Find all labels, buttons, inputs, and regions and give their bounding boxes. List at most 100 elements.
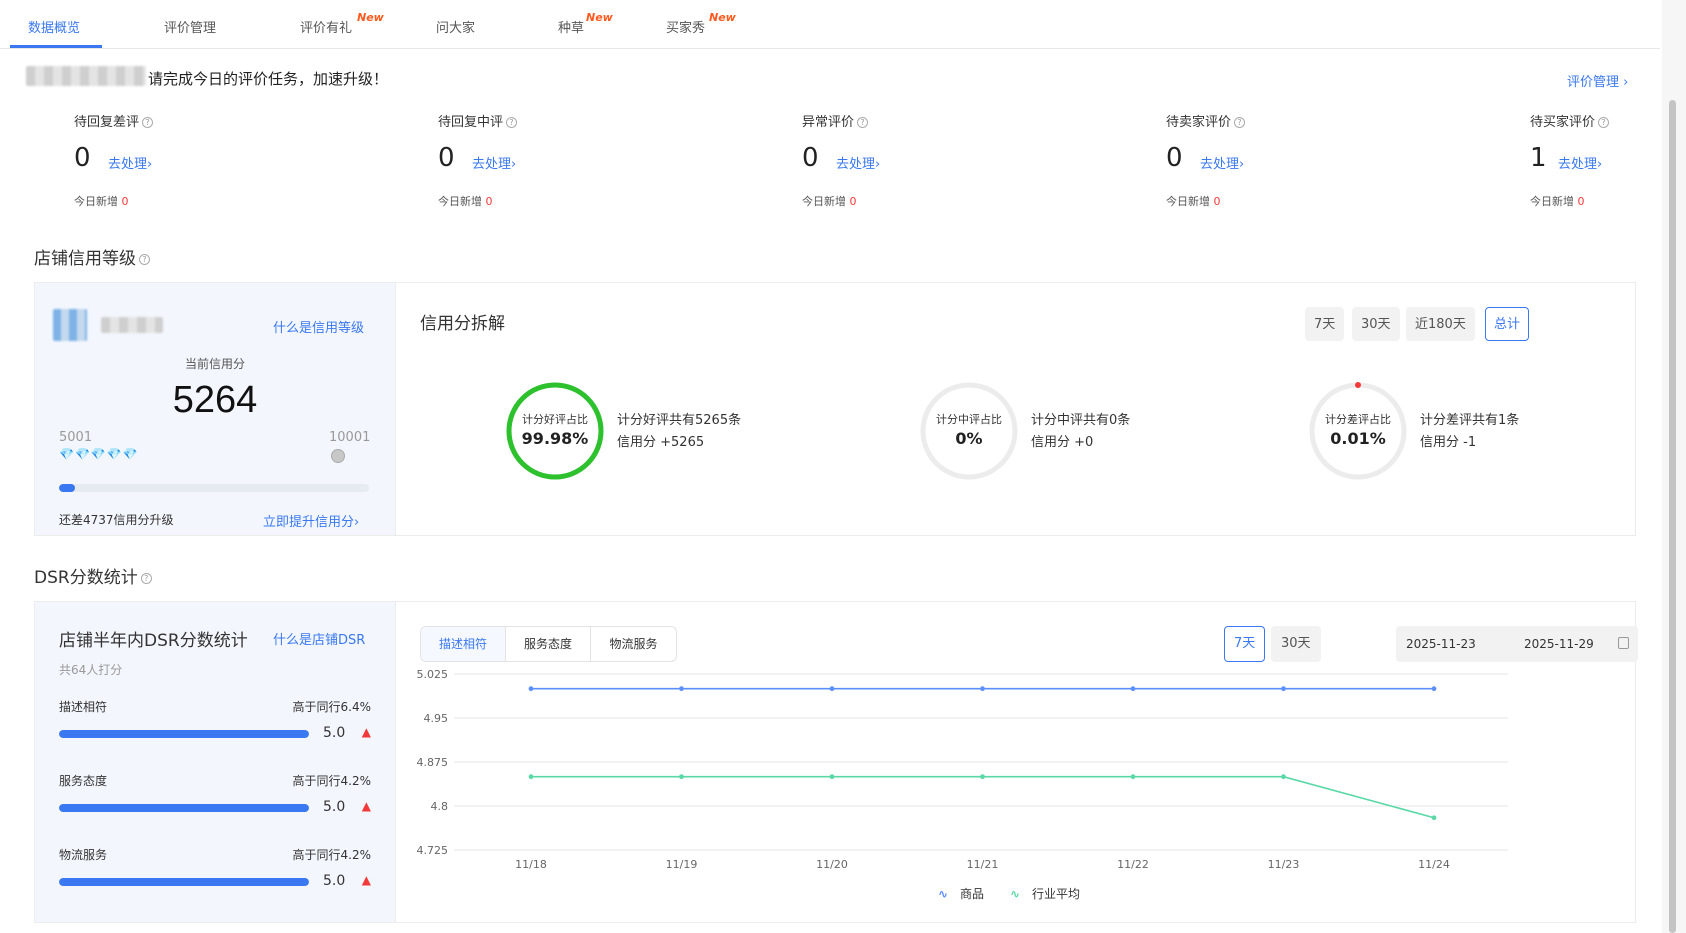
help-icon[interactable]: ?	[506, 117, 518, 128]
handle-link[interactable]: 去处理›	[1200, 153, 1244, 172]
series-line	[531, 775, 1435, 819]
period-total-button[interactable]: 总计	[1485, 307, 1530, 341]
dsr-row-bar-fill	[59, 878, 309, 886]
dsr-row-compare: 高于同行4.2%	[292, 848, 372, 862]
metric-label-text: 待回复差评	[74, 115, 140, 130]
review-management-link[interactable]: 评价管理 ›	[1567, 71, 1628, 90]
data-point	[980, 686, 985, 692]
x-tick-label: 11/18	[515, 858, 547, 871]
data-point	[679, 686, 684, 692]
metric-pending-seller: 待卖家评价? 0 去处理› 今日新增 0	[1166, 111, 1366, 208]
data-point	[1130, 774, 1136, 780]
credit-range-min: 5001	[59, 430, 93, 445]
tab-review-management[interactable]: 评价管理	[164, 17, 216, 36]
help-icon[interactable]: ?	[140, 572, 152, 584]
what-is-credit-link[interactable]: 什么是信用等级	[273, 317, 364, 336]
legend-item-industry[interactable]: ∿ 行业平均	[1010, 885, 1080, 902]
metric-value: 0	[74, 143, 91, 173]
ring-score: 信用分 -1	[1420, 435, 1477, 450]
metric-row: 0 去处理›	[802, 143, 1002, 173]
ring-description: 计分差评共有1条	[1420, 413, 1520, 428]
metric-pending-buyer: 待买家评价? 1 去处理› 今日新增 0	[1530, 111, 1650, 208]
help-icon[interactable]: ?	[1598, 117, 1610, 128]
up-arrow-icon: ▲	[361, 873, 371, 887]
blurred-shop-name	[101, 317, 163, 333]
y-tick-label: 4.8	[431, 800, 449, 813]
upgrade-gap-text: 还差4737信用分升级	[59, 513, 174, 527]
help-icon[interactable]: ?	[857, 117, 869, 128]
tab-ask-everyone[interactable]: 问大家	[436, 17, 475, 36]
handle-link[interactable]: 去处理›	[108, 153, 152, 172]
dsr-panel: 店铺半年内DSR分数统计 什么是店铺DSR 共64人打分 描述相符 高于同行6.…	[34, 601, 1638, 923]
dsr-row-score: 5.0	[323, 725, 346, 741]
ring-dot	[1355, 382, 1361, 388]
today-new: 今日新增 0	[74, 193, 129, 209]
dsr-row-service: 服务态度 高于同行4.2% 5.0 ▲	[59, 772, 371, 820]
today-new: 今日新增 0	[438, 193, 493, 209]
data-point	[679, 774, 684, 780]
x-tick-label: 11/24	[1418, 858, 1450, 871]
metric-row: 0 去处理›	[438, 143, 638, 173]
new-badge: New	[586, 11, 613, 24]
wave-icon: ∿	[1010, 887, 1021, 901]
today-new-count: 0	[1577, 195, 1585, 208]
tab-label: 数据概览	[28, 21, 81, 36]
dsr-summary-card: 店铺半年内DSR分数统计 什么是店铺DSR 共64人打分 描述相符 高于同行6.…	[35, 602, 395, 922]
help-icon[interactable]: ?	[139, 253, 150, 265]
metric-abnormal: 异常评价? 0 去处理› 今日新增 0	[802, 111, 1002, 208]
handle-link[interactable]: 去处理›	[836, 153, 880, 172]
metric-value: 0	[1166, 143, 1183, 173]
metric-label: 待买家评价?	[1530, 111, 1650, 130]
help-icon[interactable]: ?	[142, 117, 154, 128]
period-30d-button[interactable]: 30天	[1352, 307, 1400, 341]
dsr-row-description: 描述相符 高于同行6.4% 5.0 ▲	[59, 698, 371, 746]
dsr-chart-card: 描述相符 服务态度 物流服务 7天 30天 2025-11-23 2025-11…	[395, 602, 1638, 922]
up-arrow-icon: ▲	[361, 799, 371, 813]
metric-label: 待回复差评?	[74, 111, 274, 130]
tab-label: 评价有礼	[300, 21, 353, 36]
today-new-count: 0	[849, 195, 857, 208]
legend-label: 行业平均	[1032, 887, 1081, 901]
wave-icon: ∿	[938, 887, 949, 901]
data-point	[528, 774, 534, 780]
ring-caption: 计分中评占比	[936, 413, 1002, 426]
y-tick-label: 4.95	[424, 712, 449, 725]
handle-link[interactable]: 去处理›	[472, 153, 516, 172]
raise-credit-link[interactable]: 立即提升信用分›	[263, 511, 359, 530]
what-is-dsr-link[interactable]: 什么是店铺DSR	[273, 629, 365, 648]
ring-positive: 计分好评占比 99.98% 计分好评共有5265条 信用分 +5265	[505, 381, 865, 481]
metric-label-text: 待买家评价	[1530, 115, 1596, 130]
dsr-card-title: 店铺半年内DSR分数统计	[59, 631, 248, 651]
new-badge: New	[709, 11, 736, 24]
data-point	[1281, 686, 1286, 692]
tab-review-gift[interactable]: 评价有礼 New	[300, 11, 384, 36]
today-new: 今日新增 0	[1166, 193, 1221, 209]
metric-label-text: 待卖家评价	[1166, 115, 1232, 130]
current-credit-label: 当前信用分	[184, 357, 245, 371]
metric-label: 异常评价?	[802, 111, 1002, 130]
dsr-row-bar-fill	[59, 730, 309, 738]
tab-buyer-show[interactable]: 买家秀 New	[666, 11, 736, 36]
handle-link[interactable]: 去处理›	[1558, 153, 1602, 172]
period-7d-button[interactable]: 7天	[1305, 307, 1345, 341]
dsr-row-name: 服务态度	[59, 774, 108, 788]
x-tick-label: 11/22	[1117, 858, 1149, 871]
help-icon[interactable]: ?	[1234, 117, 1246, 128]
tab-seeding[interactable]: 种草 New	[558, 11, 613, 36]
period-180d-button[interactable]: 近180天	[1406, 307, 1475, 341]
y-tick-label: 4.875	[417, 756, 449, 769]
ring-description: 计分好评共有5265条	[617, 413, 742, 428]
today-new-label: 今日新增	[438, 195, 482, 208]
legend-item-product[interactable]: ∿ 商品	[938, 885, 984, 902]
metric-value: 0	[802, 143, 819, 173]
legend-label: 商品	[960, 887, 985, 901]
section-title-text: 店铺信用等级	[34, 249, 136, 269]
scrollbar-thumb[interactable]	[1669, 100, 1676, 933]
ring-score: 信用分 +5265	[617, 435, 705, 450]
dsr-row-bar-fill	[59, 804, 309, 812]
new-badge: New	[357, 11, 384, 24]
today-new-count: 0	[1213, 195, 1221, 208]
credit-breakdown-card: 信用分拆解 7天 30天 近180天 总计 计分好评占比 99.98% 计分好评…	[395, 283, 1635, 535]
metric-row: 1 去处理›	[1530, 143, 1650, 173]
tab-data-overview[interactable]: 数据概览	[28, 17, 80, 36]
